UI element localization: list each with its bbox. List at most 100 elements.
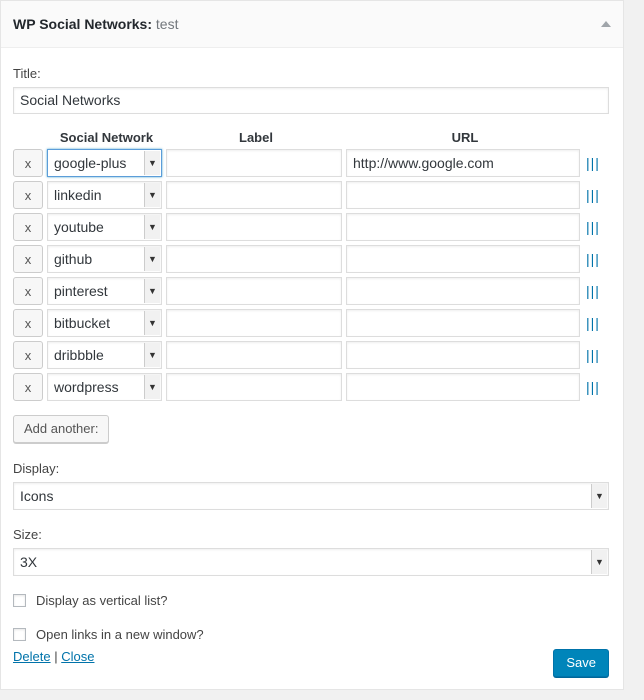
- network-select-value: pinterest: [54, 283, 108, 299]
- remove-cell: x: [13, 309, 47, 341]
- chevron-down-icon: ▼: [144, 343, 160, 367]
- label-cell: [166, 277, 346, 309]
- remove-cell: x: [13, 213, 47, 245]
- label-input[interactable]: [166, 341, 342, 369]
- drag-handle-icon[interactable]: |||: [584, 219, 600, 235]
- widget-title-text: WP Social Networks:: [13, 16, 153, 32]
- networks-rows: x google-plus ▼ http://www.google.com ||| x li…: [13, 149, 604, 405]
- display-select[interactable]: Icons ▼: [13, 482, 609, 510]
- label-cell: [166, 373, 346, 405]
- remove-row-button[interactable]: x: [13, 149, 43, 177]
- label-cell: [166, 245, 346, 277]
- remove-row-button[interactable]: x: [13, 213, 43, 241]
- header-social-network: Social Network: [59, 130, 154, 145]
- display-label: Display:: [13, 461, 60, 476]
- chevron-down-icon: ▼: [144, 183, 160, 207]
- handle-cell: |||: [584, 213, 604, 245]
- remove-cell: x: [13, 341, 47, 373]
- url-input[interactable]: [346, 341, 580, 369]
- label-input[interactable]: [166, 181, 342, 209]
- control-links: Delete | Close: [13, 649, 94, 664]
- network-cell: youtube ▼: [47, 213, 166, 245]
- new-window-label: Open links in a new window?: [36, 627, 204, 642]
- chevron-down-icon: ▼: [591, 550, 607, 574]
- vertical-list-option: Display as vertical list?: [13, 593, 611, 608]
- url-input[interactable]: [346, 373, 580, 401]
- drag-handle-icon[interactable]: |||: [584, 315, 600, 331]
- network-cell: pinterest ▼: [47, 277, 166, 309]
- title-input[interactable]: Social Networks: [13, 87, 609, 114]
- table-row: x google-plus ▼ http://www.google.com |||: [13, 149, 604, 181]
- label-input[interactable]: [166, 309, 342, 337]
- label-cell: [166, 309, 346, 341]
- drag-handle-icon[interactable]: |||: [584, 187, 600, 203]
- label-input[interactable]: [166, 149, 342, 177]
- network-select-value: dribbble: [54, 347, 104, 363]
- url-input[interactable]: [346, 181, 580, 209]
- network-select[interactable]: dribbble ▼: [47, 341, 162, 369]
- widget-header[interactable]: WP Social Networks: test: [1, 1, 623, 48]
- drag-handle-icon[interactable]: |||: [584, 283, 600, 299]
- vertical-list-label: Display as vertical list?: [36, 593, 168, 608]
- handle-cell: |||: [584, 341, 604, 373]
- url-cell: [346, 213, 584, 245]
- save-button[interactable]: Save: [553, 649, 609, 677]
- new-window-checkbox[interactable]: [13, 628, 26, 641]
- network-cell: wordpress ▼: [47, 373, 166, 405]
- network-select[interactable]: linkedin ▼: [47, 181, 162, 209]
- drag-handle-icon[interactable]: |||: [584, 155, 600, 171]
- chevron-down-icon: ▼: [144, 247, 160, 271]
- chevron-down-icon: ▼: [144, 375, 160, 399]
- remove-row-button[interactable]: x: [13, 341, 43, 369]
- collapse-arrow-icon[interactable]: [601, 21, 611, 27]
- remove-row-button[interactable]: x: [13, 277, 43, 305]
- url-input[interactable]: http://www.google.com: [346, 149, 580, 177]
- network-cell: google-plus ▼: [47, 149, 166, 181]
- network-select[interactable]: youtube ▼: [47, 213, 162, 241]
- drag-handle-icon[interactable]: |||: [584, 251, 600, 267]
- remove-row-button[interactable]: x: [13, 245, 43, 273]
- label-input[interactable]: [166, 213, 342, 241]
- label-input[interactable]: [166, 245, 342, 273]
- remove-cell: x: [13, 373, 47, 405]
- url-input[interactable]: [346, 213, 580, 241]
- delete-link[interactable]: Delete: [13, 649, 51, 664]
- header-handle: [584, 130, 604, 149]
- drag-handle-icon[interactable]: |||: [584, 379, 600, 395]
- label-cell: [166, 341, 346, 373]
- network-select[interactable]: google-plus ▼: [47, 149, 162, 177]
- url-cell: [346, 309, 584, 341]
- label-cell: [166, 181, 346, 213]
- handle-cell: |||: [584, 373, 604, 405]
- networks-table: Social Network Label URL x google-plus ▼ ht…: [13, 130, 604, 405]
- network-select[interactable]: bitbucket ▼: [47, 309, 162, 337]
- vertical-list-checkbox[interactable]: [13, 594, 26, 607]
- label-input[interactable]: [166, 277, 342, 305]
- network-select[interactable]: github ▼: [47, 245, 162, 273]
- handle-cell: |||: [584, 277, 604, 309]
- url-input[interactable]: [346, 245, 580, 273]
- network-select[interactable]: pinterest ▼: [47, 277, 162, 305]
- table-row: x youtube ▼ |||: [13, 213, 604, 245]
- network-select-value: bitbucket: [54, 315, 111, 331]
- close-link[interactable]: Close: [61, 649, 94, 664]
- network-select[interactable]: wordpress ▼: [47, 373, 162, 401]
- remove-row-button[interactable]: x: [13, 181, 43, 209]
- remove-cell: x: [13, 277, 47, 309]
- drag-handle-icon[interactable]: |||: [584, 347, 600, 363]
- network-select-value: github: [54, 251, 93, 267]
- header-label: Label: [239, 130, 273, 145]
- size-select[interactable]: 3X ▼: [13, 548, 609, 576]
- url-input[interactable]: [346, 277, 580, 305]
- table-row: x bitbucket ▼ |||: [13, 309, 604, 341]
- label-input[interactable]: [166, 373, 342, 401]
- remove-row-button[interactable]: x: [13, 309, 43, 337]
- chevron-down-icon: ▼: [144, 215, 160, 239]
- table-row: x wordpress ▼ |||: [13, 373, 604, 405]
- table-row: x github ▼ |||: [13, 245, 604, 277]
- add-another-button[interactable]: Add another:: [13, 415, 110, 443]
- display-select-value: Icons: [20, 488, 54, 504]
- url-input[interactable]: [346, 309, 580, 337]
- handle-cell: |||: [584, 181, 604, 213]
- remove-row-button[interactable]: x: [13, 373, 43, 401]
